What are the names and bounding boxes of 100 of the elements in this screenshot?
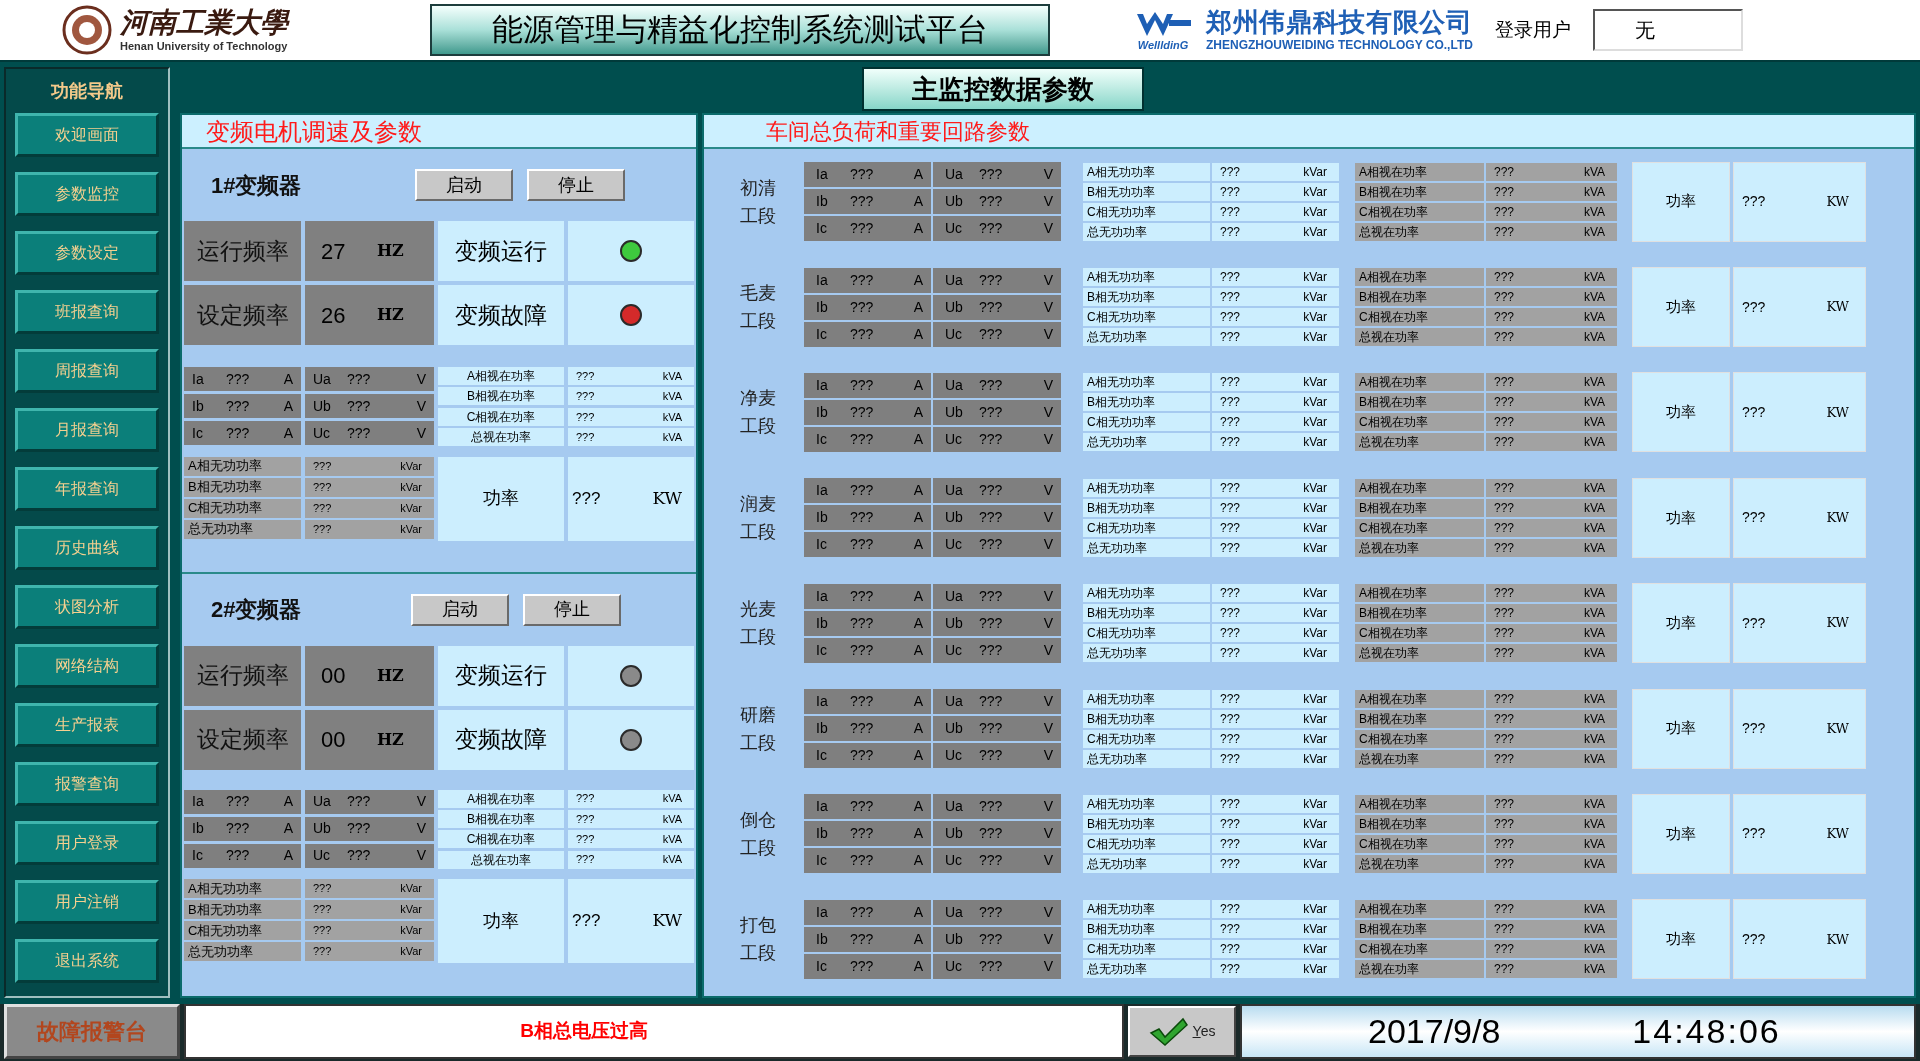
voltage-label: Ua bbox=[945, 270, 964, 290]
nav-button[interactable]: 退出系统 bbox=[15, 939, 159, 983]
unit-label: HZ bbox=[377, 664, 404, 687]
nav-button[interactable]: 参数设定 bbox=[15, 231, 159, 275]
unit-label: V bbox=[1043, 902, 1054, 922]
nav-button[interactable]: 参数监控 bbox=[15, 172, 159, 216]
frequency-value: 26 bbox=[321, 301, 347, 330]
unit-label: kVar bbox=[1303, 269, 1327, 287]
unit-label: kVA bbox=[1583, 414, 1605, 432]
current-label: Ia bbox=[816, 375, 829, 395]
reading-value: ??? bbox=[1220, 499, 1242, 517]
reading-value: ??? bbox=[1220, 605, 1242, 623]
nav-button[interactable]: 班报查询 bbox=[15, 290, 159, 334]
control-button[interactable]: 启动 bbox=[411, 593, 509, 626]
unit-label: V bbox=[416, 846, 427, 866]
reading-value: ??? bbox=[347, 846, 372, 866]
voltage-label: Ub bbox=[945, 824, 964, 844]
nav-button[interactable]: 报警查询 bbox=[15, 762, 159, 806]
current-label: Ib bbox=[816, 508, 829, 528]
nav-button[interactable]: 网络结构 bbox=[15, 644, 159, 688]
parameter-label: B相无功功率 bbox=[1083, 288, 1210, 307]
reading-value: ??? bbox=[850, 824, 875, 844]
control-button[interactable]: 停止 bbox=[523, 593, 621, 626]
panel-title: 变频电机调速及参数 bbox=[182, 115, 696, 149]
power-label: 功率 bbox=[1632, 899, 1730, 980]
parameter-label: A相无功功率 bbox=[1083, 584, 1210, 603]
date-display: 2017/9/8 bbox=[1368, 1011, 1501, 1052]
reading-value: ??? bbox=[850, 692, 875, 712]
unit-label: kVA bbox=[662, 811, 682, 827]
parameter-label: A相无功功率 bbox=[1083, 900, 1210, 919]
section-name: 工段 bbox=[740, 838, 777, 857]
unit-label: V bbox=[1043, 429, 1054, 449]
voltage-label: Ua bbox=[945, 375, 964, 395]
nav-button[interactable]: 状图分析 bbox=[15, 585, 159, 629]
parameter-label: C相视在功率 bbox=[1355, 518, 1484, 537]
nav-button[interactable]: 用户登录 bbox=[15, 821, 159, 865]
nav-button[interactable]: 历史曲线 bbox=[15, 526, 159, 570]
unit-label: kVar bbox=[1303, 730, 1327, 748]
unit-label: kVar bbox=[400, 881, 422, 897]
parameter-label: C相视在功率 bbox=[1355, 729, 1484, 748]
time-display: 14:48:06 bbox=[1632, 1011, 1781, 1052]
control-button[interactable]: 停止 bbox=[527, 169, 625, 201]
unit-label: V bbox=[1043, 375, 1054, 395]
nav-button[interactable]: 周报查询 bbox=[15, 349, 159, 393]
reading-value: ??? bbox=[1220, 625, 1242, 643]
voltage-label: Uc bbox=[313, 846, 332, 866]
parameter-label: A相无功功率 bbox=[1083, 794, 1210, 813]
voltage-label: Ua bbox=[945, 481, 964, 501]
unit-label: kVar bbox=[1303, 414, 1327, 432]
parameter-label: A相视在功率 bbox=[1355, 689, 1484, 708]
voltage-label: Ua bbox=[945, 797, 964, 817]
reading-value: ??? bbox=[347, 396, 372, 416]
parameter-label: 总无功功率 bbox=[184, 519, 301, 539]
nav-button[interactable]: 用户注销 bbox=[15, 880, 159, 924]
parameter-label: C相视在功率 bbox=[1355, 940, 1484, 959]
unit-label: KW bbox=[652, 486, 683, 510]
nav-button[interactable]: 月报查询 bbox=[15, 408, 159, 452]
reading-value: ??? bbox=[1494, 479, 1516, 497]
unit-label: kVA bbox=[1583, 835, 1605, 853]
reading-value: ??? bbox=[1494, 645, 1516, 663]
parameter-label: 总无功功率 bbox=[1083, 644, 1210, 663]
reading-value: ??? bbox=[1494, 183, 1516, 201]
unit-label: kVA bbox=[1583, 539, 1605, 557]
reading-value: ??? bbox=[979, 851, 1004, 871]
reading-value: ??? bbox=[850, 535, 875, 555]
unit-label: A bbox=[283, 846, 294, 866]
frequency-label: 设定频率 bbox=[184, 709, 301, 770]
parameter-label: B相视在功率 bbox=[1355, 604, 1484, 623]
reading-value: ??? bbox=[1220, 585, 1242, 603]
current-label: Ia bbox=[816, 270, 829, 290]
control-button[interactable]: 启动 bbox=[415, 169, 513, 201]
reading-value: ??? bbox=[1220, 329, 1242, 347]
current-label: Ic bbox=[192, 423, 204, 443]
reading-value: ??? bbox=[313, 944, 333, 960]
reading-value: ??? bbox=[1494, 921, 1516, 939]
unit-label: HZ bbox=[377, 304, 404, 326]
reading-value: ??? bbox=[850, 508, 875, 528]
section-name: 工段 bbox=[740, 206, 777, 225]
current-label: Ia bbox=[192, 369, 205, 389]
reading-value: ??? bbox=[1220, 750, 1242, 768]
unit-label: A bbox=[913, 375, 924, 395]
reading-value: ??? bbox=[1220, 795, 1242, 813]
nav-button[interactable]: 欢迎画面 bbox=[15, 113, 159, 157]
reading-value: ??? bbox=[850, 165, 875, 185]
unit-label: kVar bbox=[1303, 835, 1327, 853]
yes-button[interactable]: Yes bbox=[1128, 1006, 1236, 1057]
login-user-field[interactable]: 无 bbox=[1592, 9, 1743, 51]
section-name: 研磨 bbox=[740, 705, 777, 724]
reading-value: ??? bbox=[1494, 605, 1516, 623]
reading-value: ??? bbox=[1742, 929, 1767, 949]
current-label: Ia bbox=[816, 165, 829, 185]
nav-button[interactable]: 年报查询 bbox=[15, 467, 159, 511]
unit-label: V bbox=[416, 423, 427, 443]
nav-button[interactable]: 生产报表 bbox=[15, 703, 159, 747]
reading-value: ??? bbox=[1494, 730, 1516, 748]
parameter-label: C相无功功率 bbox=[1083, 308, 1210, 327]
reading-value: ??? bbox=[979, 297, 1004, 317]
unit-label: kVar bbox=[400, 458, 422, 474]
reading-value: ??? bbox=[850, 219, 875, 239]
section-name: 工段 bbox=[740, 417, 777, 436]
